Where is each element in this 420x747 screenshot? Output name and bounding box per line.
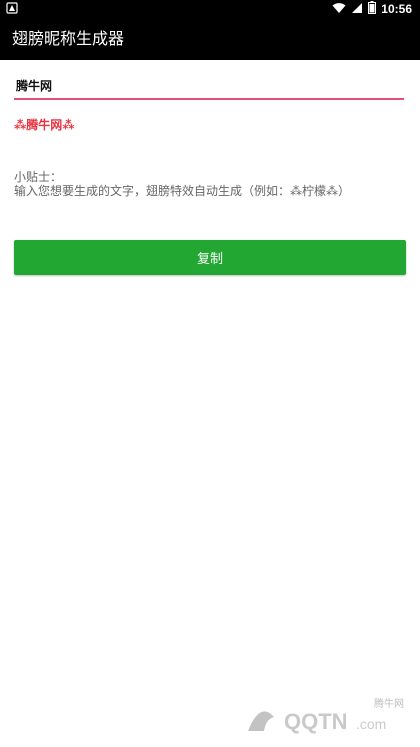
- svg-text:QQTN: QQTN: [284, 709, 348, 734]
- app-bar: 翅膀昵称生成器: [0, 18, 420, 60]
- watermark-logo: QQTN .com: [248, 709, 386, 734]
- wifi-icon: [332, 2, 346, 17]
- notification-icon: [6, 2, 18, 14]
- status-indicators: 10:56: [332, 1, 412, 17]
- app-title: 翅膀昵称生成器: [12, 29, 125, 48]
- signal-icon: [351, 2, 363, 17]
- battery-icon: [368, 1, 377, 17]
- nickname-input-container: [14, 74, 408, 100]
- copy-button[interactable]: 复制: [14, 240, 406, 275]
- status-time: 10:56: [381, 2, 412, 16]
- generated-nickname-preview: ⁂腾牛网⁂: [14, 118, 75, 132]
- status-bar: 10:56: [0, 0, 420, 18]
- nickname-input[interactable]: [14, 74, 408, 96]
- tip-body: 输入您想要生成的文字，翅膀特效自动生成（例如：⁂柠檬⁂）: [14, 184, 351, 198]
- svg-text:.com: .com: [356, 716, 386, 732]
- watermark: 腾牛网 QQTN .com: [244, 697, 404, 737]
